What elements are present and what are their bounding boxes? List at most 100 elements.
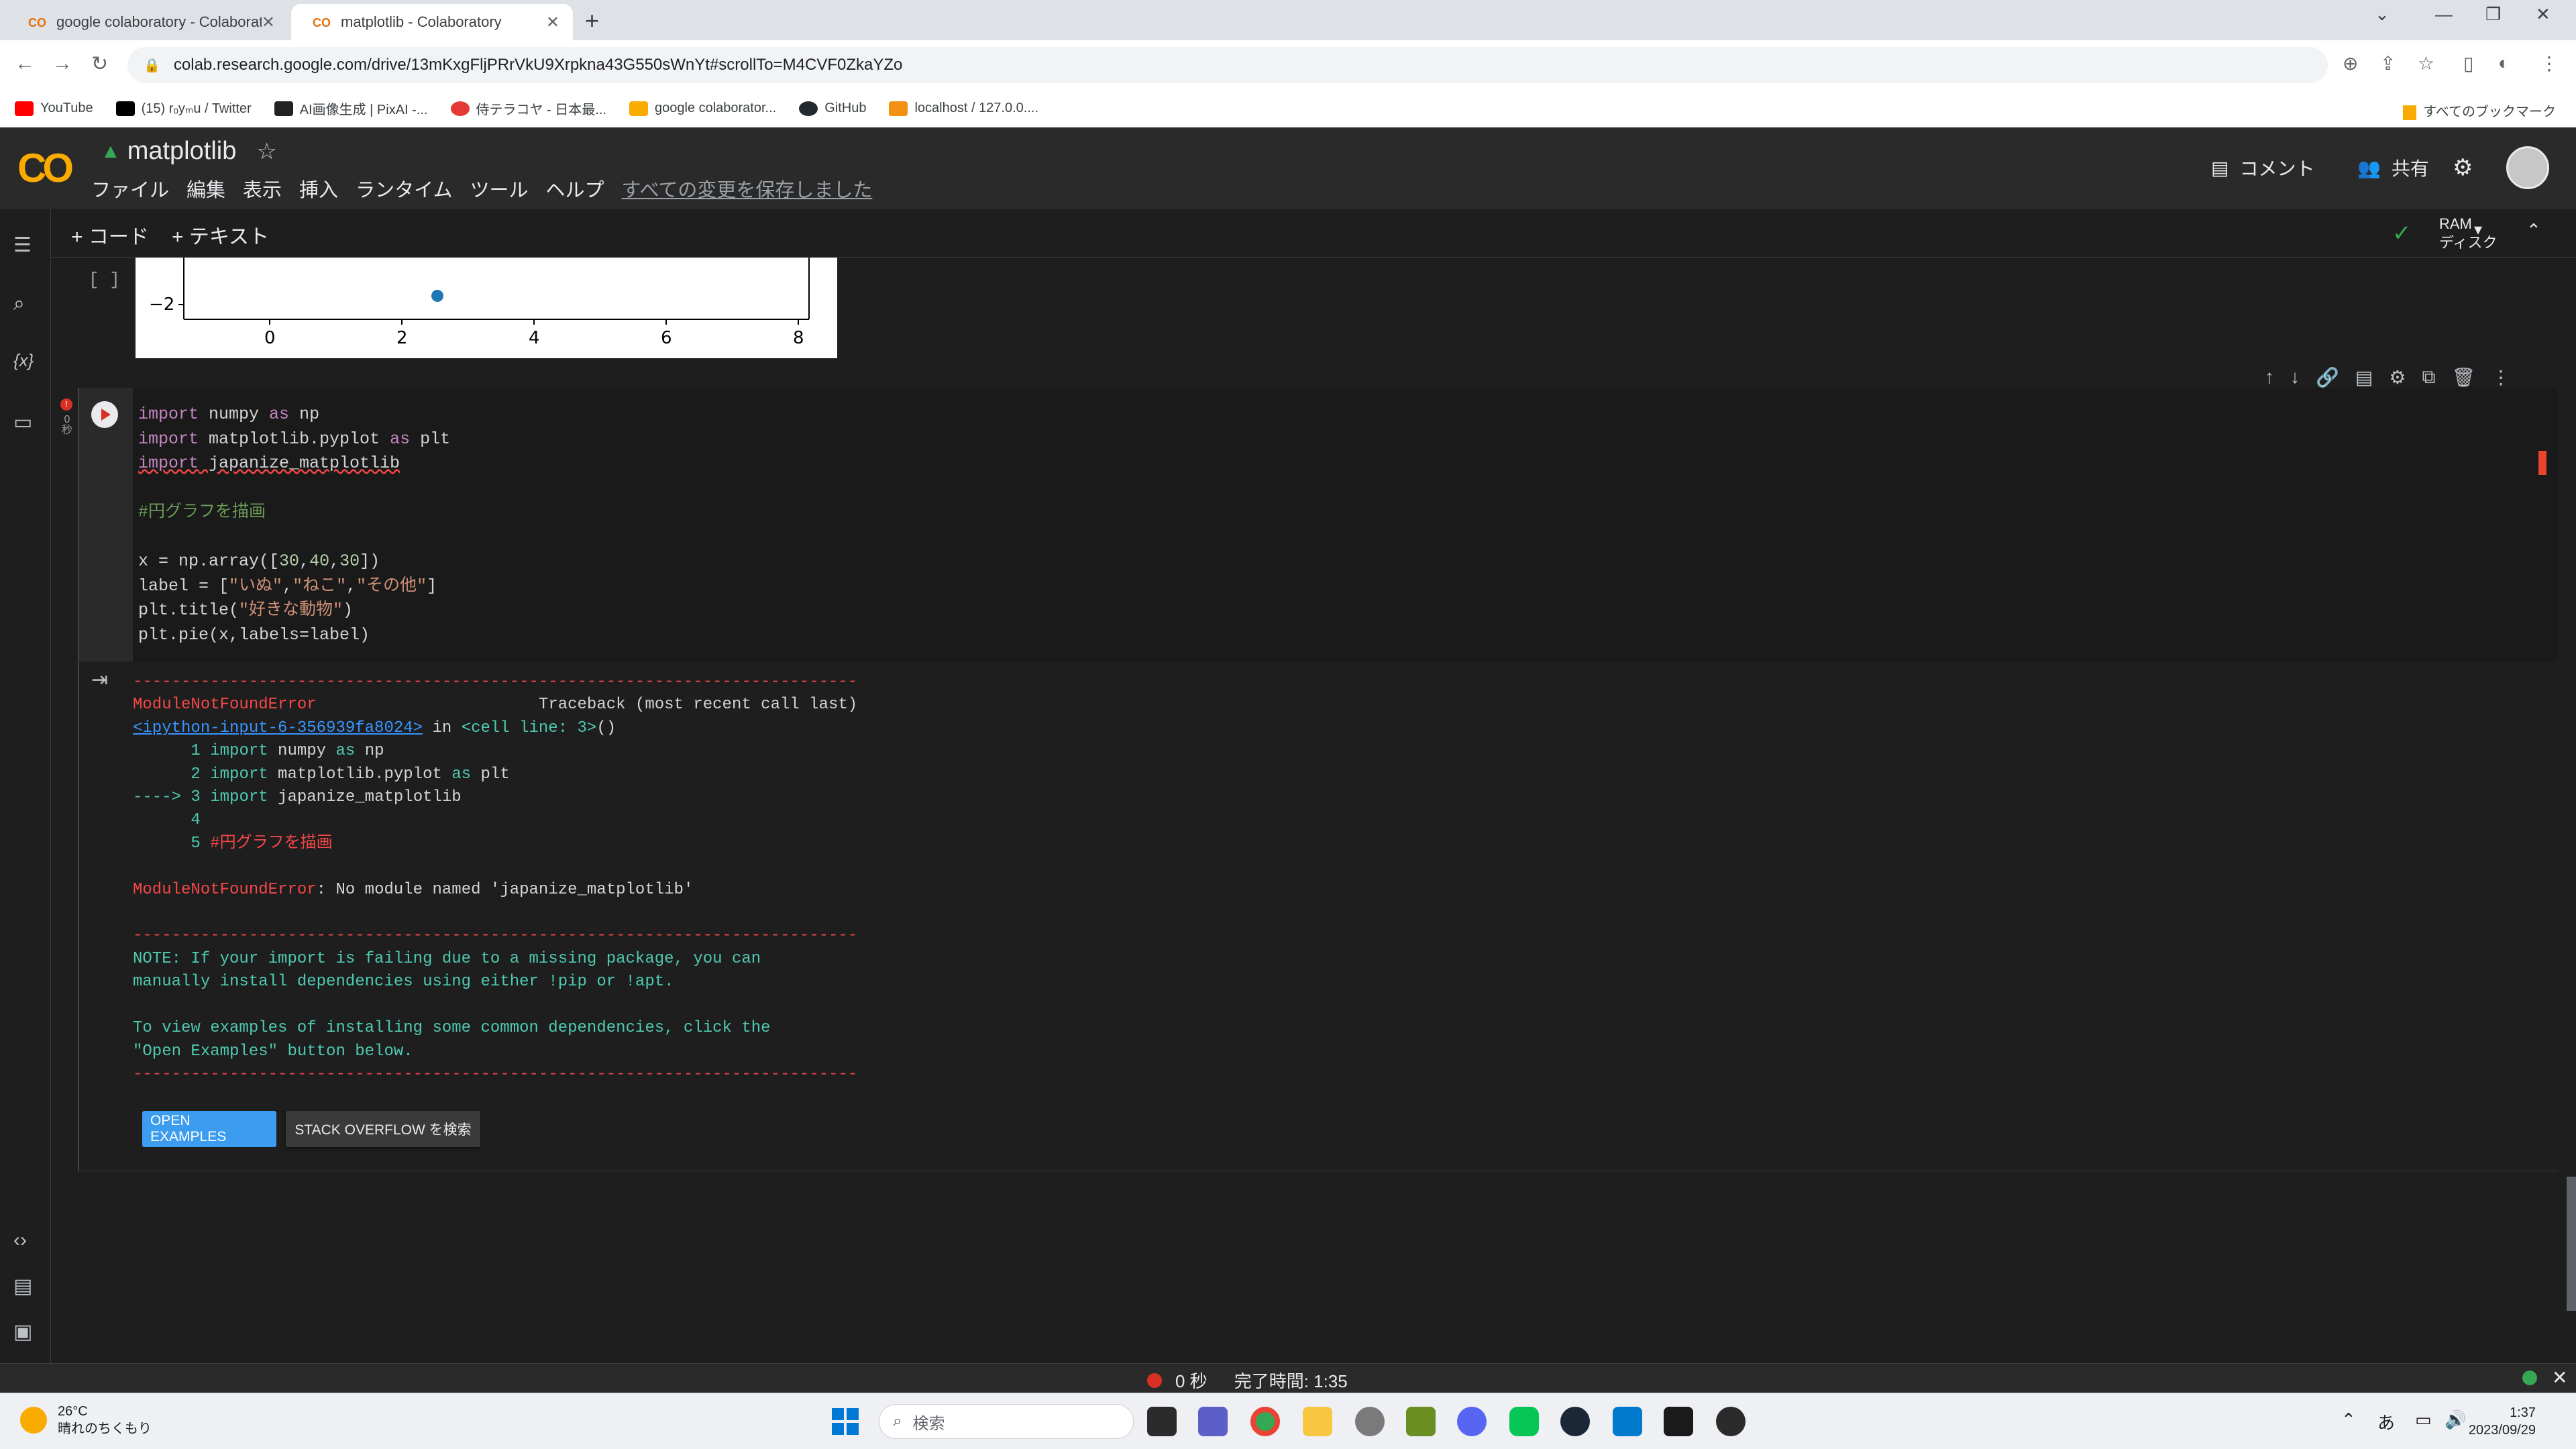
start-button[interactable] (832, 1408, 859, 1435)
play-icon (101, 409, 111, 421)
code-cell[interactable]: ! 0 秒 import numpy as np import matplotl… (60, 388, 2557, 661)
close-status-icon[interactable]: ✕ (2552, 1366, 2567, 1389)
reload-icon[interactable]: ↻ (91, 52, 108, 76)
chrome-icon[interactable] (1250, 1407, 1280, 1436)
menu-tools[interactable]: ツール (470, 174, 528, 203)
back-icon[interactable]: ← (15, 52, 35, 75)
saved-status[interactable]: すべての変更を保存しました (622, 174, 873, 203)
stack-overflow-search-button[interactable]: STACK OVERFLOW を検索 (286, 1111, 480, 1147)
steam-icon[interactable] (1560, 1407, 1590, 1436)
search-icon[interactable]: ⌕ (13, 292, 25, 315)
output-action-icon[interactable]: ⇥ (91, 668, 108, 692)
address-bar[interactable]: 🔒 colab.research.google.com/drive/13mKxg… (127, 47, 2328, 83)
command-palette-icon[interactable]: ▤ (13, 1275, 32, 1298)
lock-icon[interactable]: 🔒 (144, 57, 160, 74)
side-panel-icon[interactable]: ▯ (2463, 52, 2473, 74)
bookmark-pixai[interactable]: AI画像生成 | PixAI -... (274, 99, 428, 118)
discord-icon[interactable] (1457, 1407, 1487, 1436)
terminal-icon[interactable]: ▣ (13, 1320, 32, 1344)
minimize-icon[interactable]: — (2435, 4, 2453, 25)
add-text-button[interactable]: + テキスト (172, 220, 269, 250)
colab-logo[interactable]: CO (17, 145, 74, 191)
browser-toolbar: ← → ↻ 🔒 colab.research.google.com/drive/… (0, 40, 2576, 90)
execution-status[interactable]: 0 秒 完了時間: 1:35 (1147, 1368, 1348, 1393)
code-editor[interactable]: import numpy as np import matplotlib.pyp… (138, 402, 450, 647)
chrome-menu-icon[interactable]: ⋮ (2540, 52, 2559, 74)
restore-icon[interactable]: ❐ (2485, 4, 2501, 25)
star-icon[interactable]: ☆ (256, 138, 276, 165)
chevron-up-icon[interactable]: ⌃ (2526, 220, 2541, 241)
comment-button[interactable]: ▤ コメント (2211, 154, 2314, 181)
tab-strip: CO google colaboratory - Colaborato ✕ CO… (0, 0, 2576, 40)
teams-icon[interactable] (1198, 1407, 1228, 1436)
share-page-icon[interactable]: ⇪ (2380, 52, 2396, 74)
notebook-scrollbar[interactable] (2567, 1177, 2576, 1311)
toc-icon[interactable]: ☰ (13, 233, 32, 257)
samurai-icon (450, 101, 470, 116)
volume-icon[interactable]: 🔊 (2445, 1409, 2466, 1430)
add-code-button[interactable]: + コード (71, 220, 149, 250)
settings-gear-icon[interactable]: ⚙ (2453, 154, 2473, 181)
profile-icon[interactable]: ◐ (2498, 52, 2510, 74)
delete-icon[interactable]: 🗑 (2451, 366, 2475, 388)
obs-icon[interactable] (1716, 1407, 1746, 1436)
vscode-icon[interactable] (1613, 1407, 1642, 1436)
variables-icon[interactable]: {x} (13, 350, 34, 371)
more-vert-icon[interactable]: ⋮ (2491, 366, 2510, 388)
all-bookmarks[interactable]: すべてのブックマーク (2403, 101, 2556, 120)
line-icon[interactable] (1509, 1407, 1539, 1436)
taskbar-search[interactable]: ⌕ 検索 (879, 1404, 1134, 1439)
previous-cell-bracket[interactable]: [ ] (89, 270, 120, 290)
zoom-icon[interactable]: ⊕ (2343, 52, 2358, 74)
bookmark-twitter[interactable]: (15) rₒyₘu / Twitter (115, 100, 252, 117)
open-examples-button[interactable]: OPEN EXAMPLES (142, 1111, 276, 1147)
run-cell-button[interactable] (91, 401, 118, 428)
menu-insert[interactable]: 挿入 (299, 174, 338, 203)
move-up-icon[interactable]: ↑ (2265, 366, 2274, 388)
menu-file[interactable]: ファイル (91, 174, 169, 203)
folder-icon (2403, 105, 2417, 120)
code-snippets-icon[interactable]: ‹› (13, 1229, 27, 1252)
x-ticks: 0 2 4 6 8 (264, 319, 804, 348)
chevron-down-icon[interactable]: ▾ (2474, 220, 2482, 239)
window-close-icon[interactable]: ✕ (2536, 4, 2551, 25)
tab-matplotlib[interactable]: CO matplotlib - Colaboratory ✕ (291, 4, 573, 40)
notebook-title[interactable]: matplotlib (127, 137, 237, 166)
bookmark-localhost[interactable]: localhost / 127.0.0.... (889, 101, 1038, 116)
avatar[interactable] (2506, 146, 2549, 189)
close-icon[interactable]: ✕ (262, 13, 275, 32)
app-icon[interactable] (1406, 1407, 1436, 1436)
file-explorer-icon[interactable] (1303, 1407, 1332, 1436)
taskbar-clock[interactable]: 1:37 2023/09/29 (2469, 1404, 2536, 1439)
mirror-cell-icon[interactable]: ⧉ (2422, 366, 2435, 388)
bookmark-youtube[interactable]: YouTube (15, 101, 93, 116)
network-icon[interactable]: ▭ (2415, 1409, 2432, 1430)
link-icon[interactable]: 🔗 (2316, 366, 2339, 388)
folder-icon[interactable]: ▭ (13, 411, 32, 434)
move-down-icon[interactable]: ↓ (2290, 366, 2300, 388)
menu-edit[interactable]: 編集 (186, 174, 225, 203)
app-icon[interactable] (1664, 1407, 1693, 1436)
menu-view[interactable]: 表示 (243, 174, 282, 203)
ime-indicator[interactable]: あ (2377, 1409, 2395, 1434)
close-icon[interactable]: ✕ (546, 13, 559, 32)
bookmark-colab[interactable]: google colaborator... (629, 101, 776, 116)
menu-runtime[interactable]: ランタイム (356, 174, 452, 203)
new-tab-button[interactable]: + (585, 7, 599, 35)
bookmark-github[interactable]: GitHub (799, 101, 866, 116)
comment-cell-icon[interactable]: ▤ (2355, 366, 2373, 388)
task-view-icon[interactable] (1147, 1407, 1177, 1436)
tab-search-icon[interactable]: ⌄ (2375, 4, 2390, 25)
notebook-title-row: ▲ matplotlib ☆ (101, 137, 277, 166)
cell-settings-icon[interactable]: ⚙ (2389, 366, 2406, 388)
app-icon[interactable] (1355, 1407, 1385, 1436)
weather-widget[interactable]: 26°C 晴れのちくもり (20, 1403, 152, 1438)
resource-indicator[interactable]: RAM ディスク (2439, 215, 2497, 252)
share-button[interactable]: 👥 共有 (2357, 154, 2429, 181)
tab-google-colaboratory[interactable]: CO google colaboratory - Colaborato ✕ (7, 4, 288, 40)
forward-icon[interactable]: → (52, 52, 72, 75)
menu-help[interactable]: ヘルプ (546, 174, 604, 203)
bookmark-star-icon[interactable]: ☆ (2418, 52, 2434, 74)
tray-overflow-icon[interactable]: ⌃ (2341, 1409, 2356, 1430)
bookmark-samurai[interactable]: 侍テラコヤ - 日本最... (450, 99, 606, 118)
